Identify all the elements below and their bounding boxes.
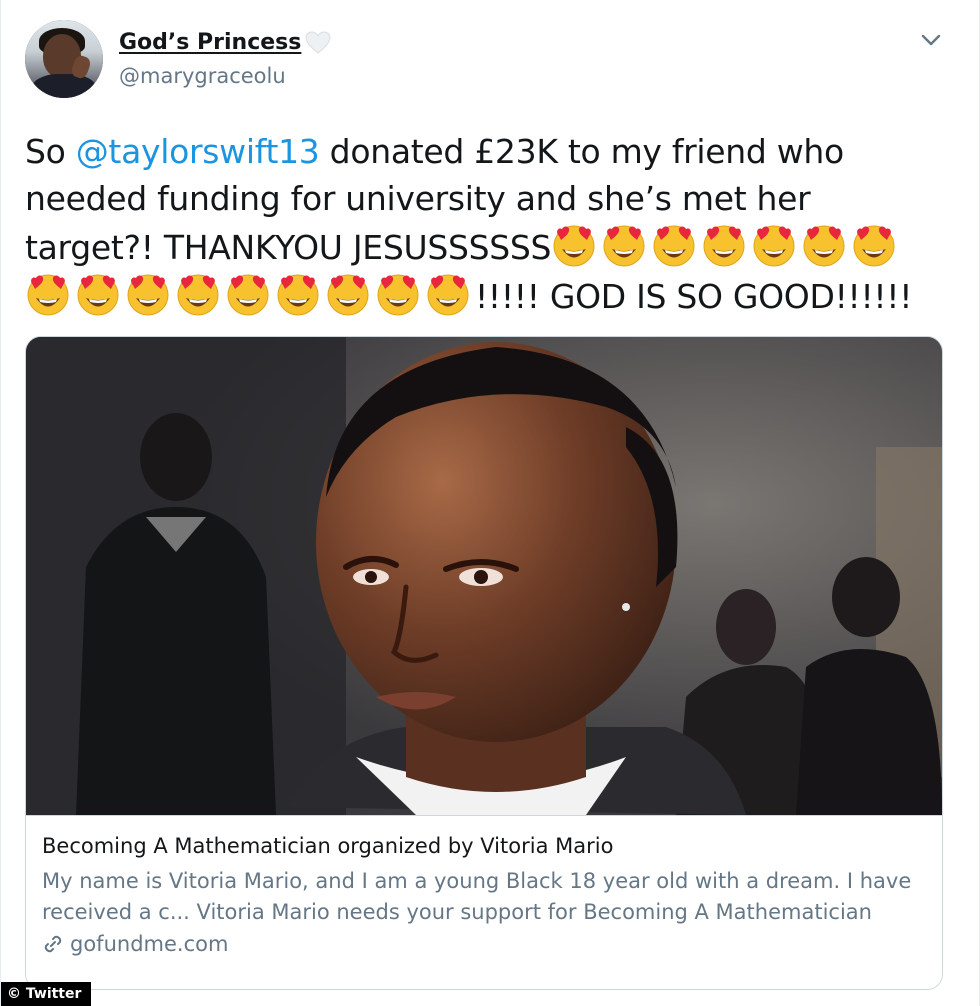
link-icon xyxy=(44,935,62,953)
heart-eyes-emoji-icon xyxy=(653,225,695,267)
heart-eyes-emoji-icon xyxy=(77,274,119,316)
card-photo-art xyxy=(26,337,942,815)
white-heart-icon xyxy=(305,30,331,54)
heart-eyes-emoji-icon xyxy=(277,274,319,316)
tweet-text: So @taylorswift13 donated £23K to my fri… xyxy=(25,128,925,320)
card-description: My name is Vitoria Mario, and I am a you… xyxy=(42,869,912,924)
card-domain-text[interactable]: gofundme.com xyxy=(70,932,228,956)
heart-eyes-emoji-icon xyxy=(27,274,69,316)
heart-eyes-emoji-icon xyxy=(327,274,369,316)
heart-eyes-emoji-icon xyxy=(553,225,595,267)
heart-eyes-emoji-icon xyxy=(603,225,645,267)
card-title[interactable]: Becoming A Mathematician organized by Vi… xyxy=(42,834,613,858)
heart-eyes-emoji-icon xyxy=(753,225,795,267)
tweet-text-suffix: !!!!! GOD IS SO GOOD!!!!!! xyxy=(475,277,913,316)
author-name-row[interactable]: God’s Princess xyxy=(119,30,331,55)
display-name[interactable]: God’s Princess xyxy=(119,30,301,55)
heart-eyes-emoji-icon xyxy=(703,225,745,267)
author-handle[interactable]: @marygraceolu xyxy=(119,64,286,88)
link-card[interactable]: Becoming A Mathematician organized by Vi… xyxy=(25,336,943,990)
card-image[interactable] xyxy=(26,337,942,815)
watermark: © Twitter xyxy=(1,982,92,1006)
heart-eyes-emoji-icon xyxy=(377,274,419,316)
heart-eyes-emoji-icon xyxy=(177,274,219,316)
card-text-area[interactable]: Becoming A Mathematician organized by Vi… xyxy=(26,815,942,989)
heart-eyes-emoji-icon xyxy=(127,274,169,316)
tweet-text-prefix: So xyxy=(25,132,76,171)
card-domain[interactable]: gofundme.com xyxy=(42,932,228,956)
avatar[interactable] xyxy=(25,20,103,98)
heart-eyes-emoji-icon xyxy=(803,225,845,267)
tweet[interactable]: God’s Princess @marygraceolu So @taylors… xyxy=(0,0,980,1006)
heart-eyes-emoji-icon xyxy=(227,274,269,316)
heart-eyes-emoji-icon xyxy=(853,225,895,267)
chevron-down-icon[interactable] xyxy=(919,30,943,50)
mention-link[interactable]: @taylorswift13 xyxy=(76,132,320,171)
heart-eyes-emoji-icon xyxy=(427,274,469,316)
